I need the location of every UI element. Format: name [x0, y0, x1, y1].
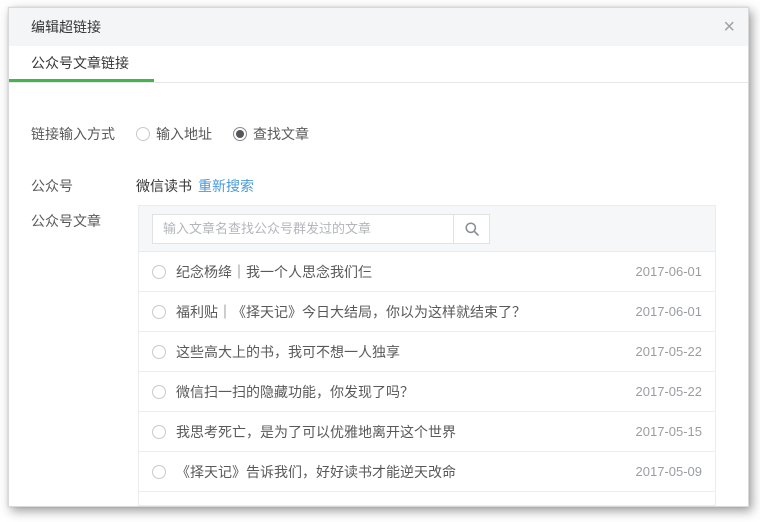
radio-unchecked-icon[interactable]: [152, 264, 166, 279]
article-title: 微信扫一扫的隐藏功能，你发现了吗？: [176, 383, 414, 400]
article-title: 纪念杨绛｜我一个人思念我们仨: [176, 263, 372, 280]
dialog-header: 编辑超链接 ×: [9, 8, 748, 46]
tab-official-article-link[interactable]: 公众号文章链接: [9, 46, 129, 81]
official-account-value: 微信读书: [136, 178, 192, 194]
article-title: 我思考死亡，是为了可以优雅地离开这个世界: [176, 423, 456, 440]
search-group: [152, 213, 490, 244]
article-row-partial: [139, 492, 715, 504]
radio-option-find-article[interactable]: 查找文章: [233, 124, 309, 144]
radio-unchecked-icon[interactable]: [152, 424, 166, 439]
radio-unchecked-icon[interactable]: [136, 127, 150, 141]
article-title: 这些高大上的书，我可不想一人独享: [176, 343, 400, 360]
article-search-bar: [139, 206, 715, 252]
close-icon[interactable]: ×: [719, 17, 739, 37]
article-row[interactable]: 这些高大上的书，我可不想一人独享 2017-05-22: [139, 332, 715, 372]
search-button[interactable]: [454, 213, 490, 244]
article-date: 2017-05-15: [635, 424, 703, 439]
article-date: 2017-06-01: [635, 304, 703, 319]
radio-unchecked-icon[interactable]: [152, 464, 166, 479]
radio-label-enter-address: 输入地址: [156, 126, 212, 142]
articles-label: 公众号文章: [31, 213, 101, 229]
link-input-method-label: 链接输入方式: [31, 126, 115, 142]
radio-unchecked-icon[interactable]: [152, 304, 166, 319]
official-account-row: 公众号 微信读书 重新搜索: [31, 178, 254, 194]
research-again-link[interactable]: 重新搜索: [198, 176, 254, 196]
tab-bar: 公众号文章链接: [9, 46, 748, 83]
article-row[interactable]: 微信扫一扫的隐藏功能，你发现了吗？ 2017-05-22: [139, 372, 715, 412]
article-date: 2017-05-22: [635, 344, 703, 359]
article-date: 2017-05-22: [635, 384, 703, 399]
article-title: 福利贴｜《择天记》今日大结局，你以为这样就结束了？: [176, 303, 526, 320]
radio-checked-icon[interactable]: [233, 127, 247, 141]
edit-hyperlink-dialog: 编辑超链接 × 公众号文章链接 链接输入方式 输入地址 查找文章 公众号 微信读…: [8, 7, 749, 507]
article-title: 《择天记》告诉我们，好好读书才能逆天改命: [176, 463, 456, 480]
radio-unchecked-icon[interactable]: [152, 384, 166, 399]
article-row[interactable]: 纪念杨绛｜我一个人思念我们仨 2017-06-01: [139, 252, 715, 292]
radio-label-find-article: 查找文章: [253, 126, 309, 142]
article-row[interactable]: 我思考死亡，是为了可以优雅地离开这个世界 2017-05-15: [139, 412, 715, 452]
article-list-panel: 纪念杨绛｜我一个人思念我们仨 2017-06-01 福利贴｜《择天记》今日大结局…: [138, 205, 716, 506]
articles-label-row: 公众号文章: [31, 213, 136, 229]
search-icon: [464, 221, 479, 236]
article-search-input[interactable]: [152, 213, 454, 244]
dialog-title: 编辑超链接: [31, 19, 101, 35]
article-row[interactable]: 福利贴｜《择天记》今日大结局，你以为这样就结束了？ 2017-06-01: [139, 292, 715, 332]
article-date: 2017-05-09: [635, 464, 703, 479]
radio-option-enter-address[interactable]: 输入地址: [136, 124, 212, 144]
article-row[interactable]: 《择天记》告诉我们，好好读书才能逆天改命 2017-05-09: [139, 452, 715, 492]
article-date: 2017-06-01: [635, 264, 703, 279]
tab-active-underline: [9, 79, 154, 82]
radio-unchecked-icon[interactable]: [152, 344, 166, 359]
link-input-method-row: 链接输入方式 输入地址 查找文章: [31, 126, 309, 142]
official-account-label: 公众号: [31, 178, 73, 194]
